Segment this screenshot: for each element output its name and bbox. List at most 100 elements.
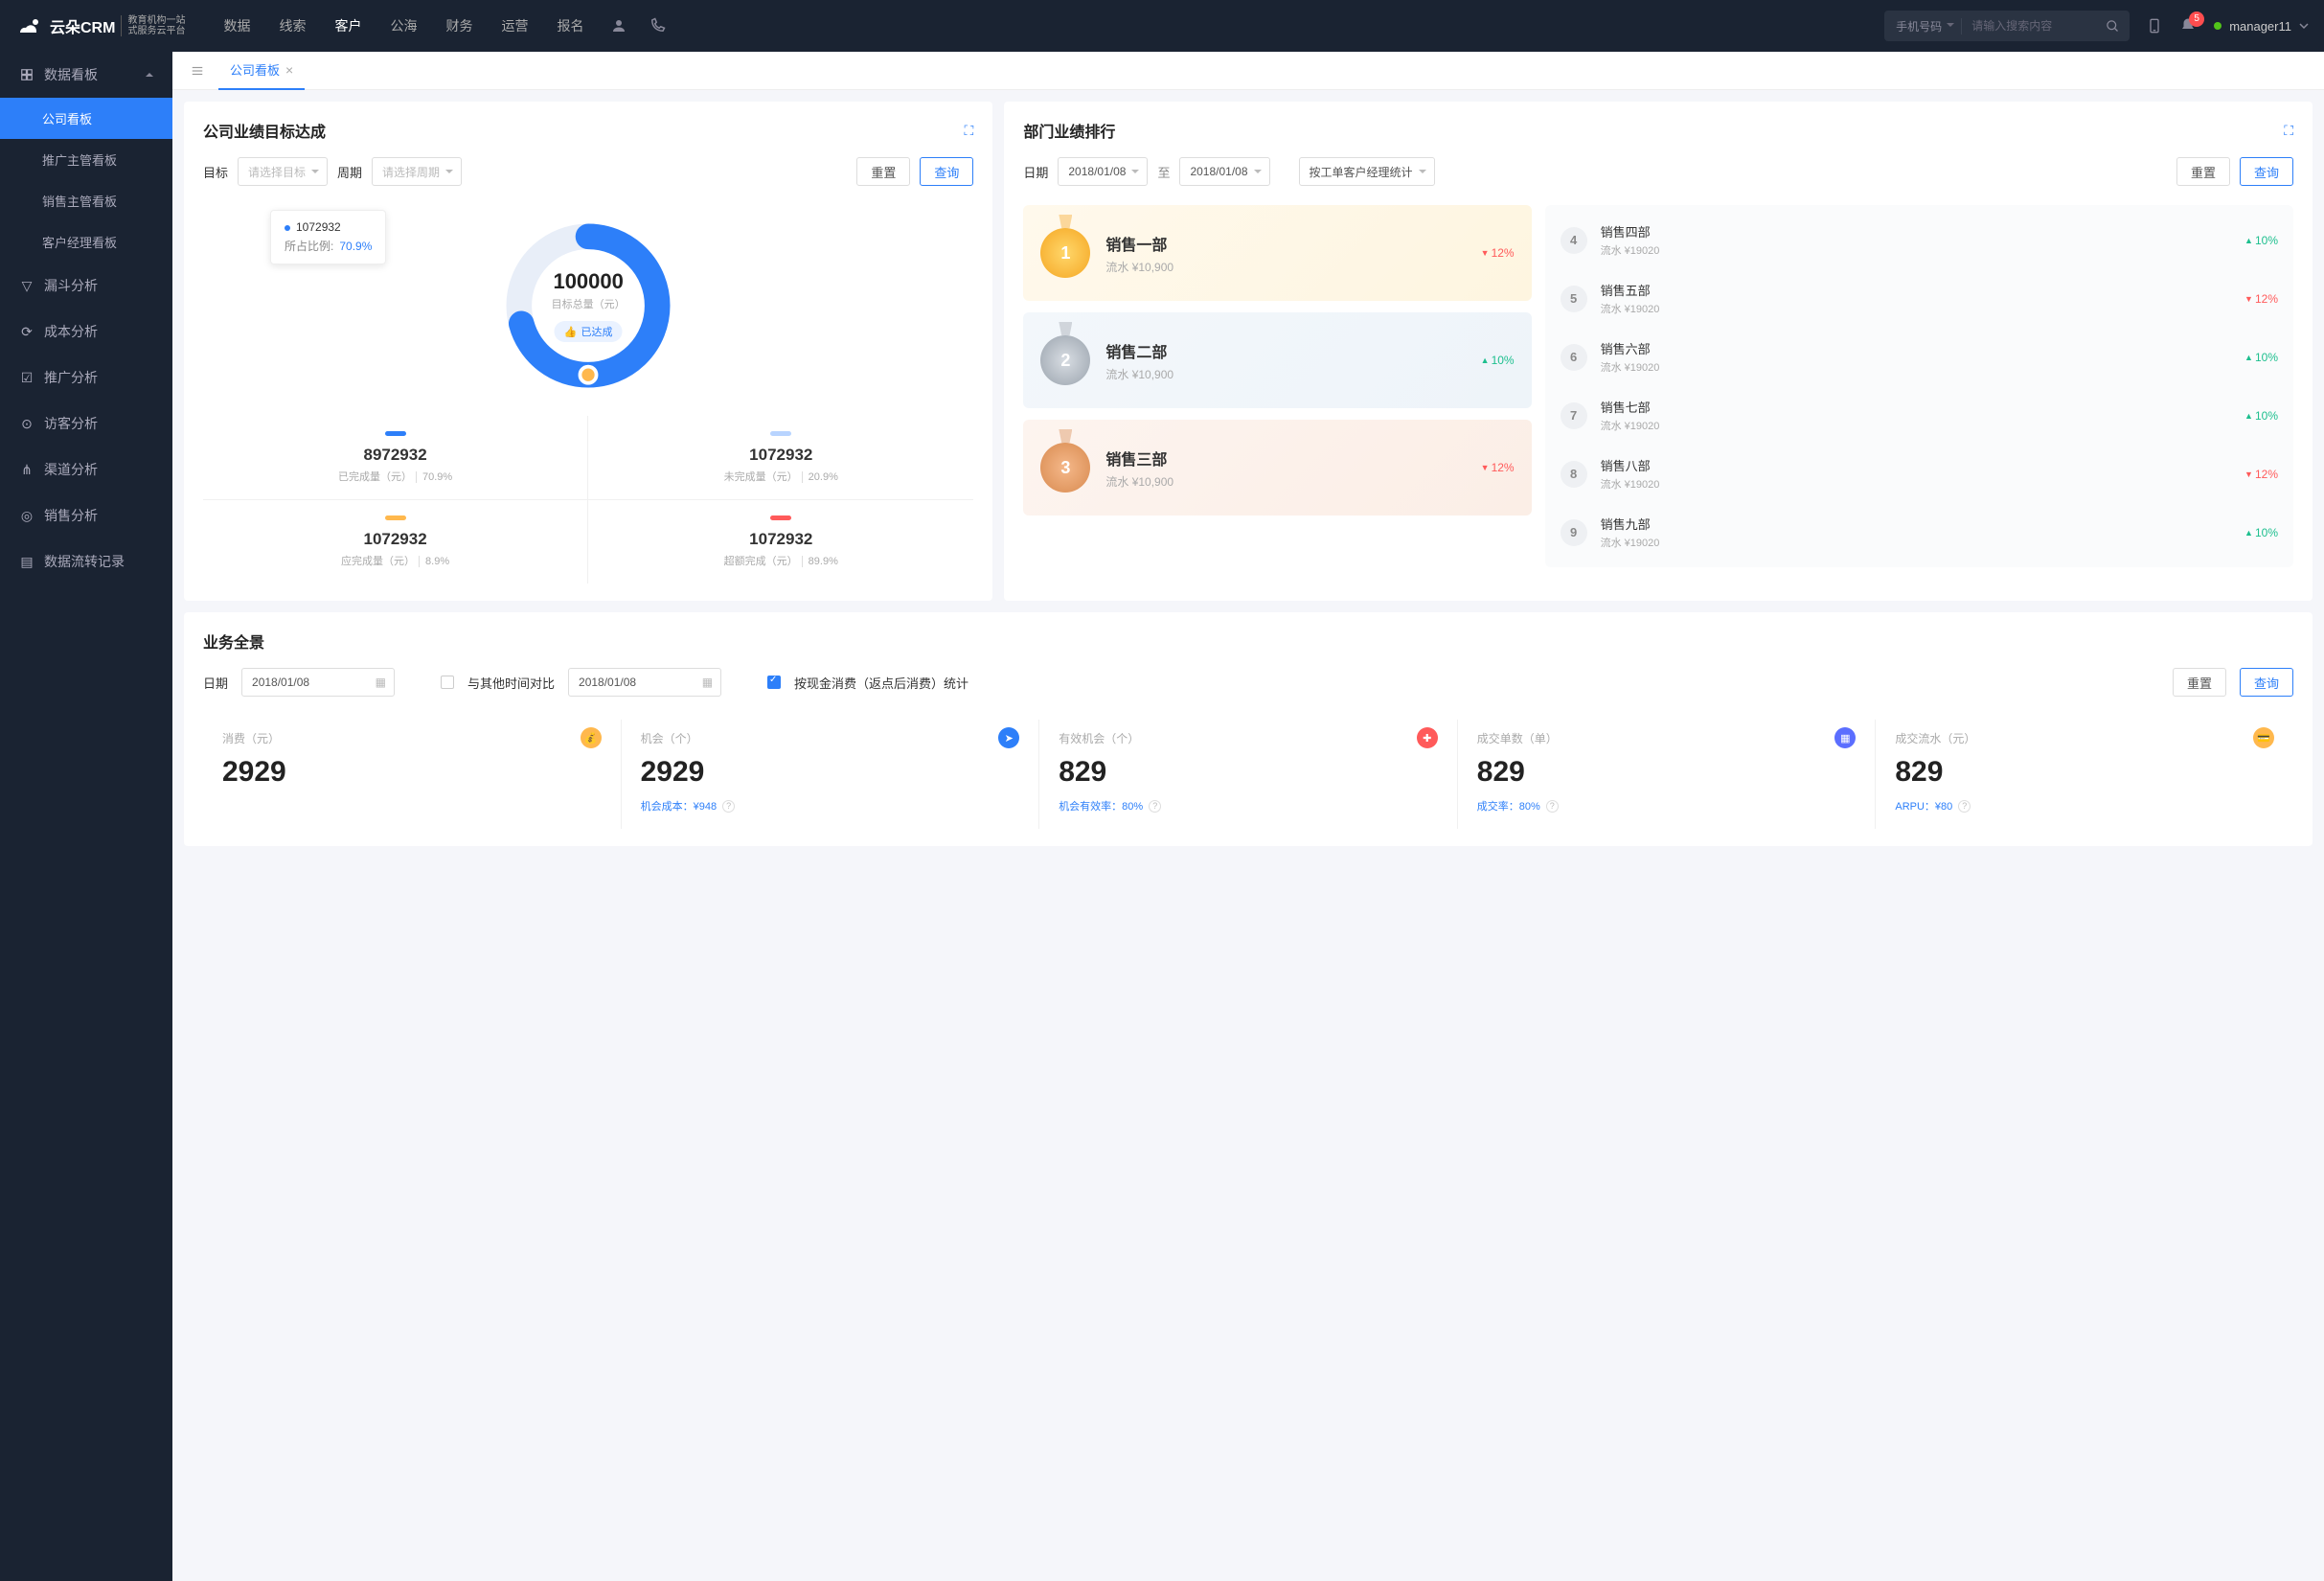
nav-item[interactable]: 线索 (279, 16, 306, 35)
date-label: 日期 (1023, 163, 1048, 181)
rank-number: 9 (1561, 519, 1587, 546)
target-title: 公司业绩目标达成 (203, 119, 326, 142)
rank-row: 5销售五部流水 ¥19020▼ 12% (1545, 269, 2293, 328)
dashboard-icon (19, 67, 34, 82)
rank-card: 1销售一部流水 ¥10,900▼ 12% (1023, 205, 1531, 301)
query-button[interactable]: 查询 (2240, 157, 2293, 186)
search-input[interactable] (1962, 19, 2096, 33)
cloud-logo-icon (15, 13, 44, 38)
expand-icon[interactable]: ⛶ (2284, 123, 2293, 139)
period-select[interactable]: 请选择周期 (372, 157, 462, 186)
help-icon[interactable]: ? (1149, 800, 1161, 813)
sidebar: 数据看板 公司看板推广主管看板销售主管看板客户经理看板 ▽漏斗分析⟳成本分析☑推… (0, 52, 172, 1581)
query-button[interactable]: 查询 (2240, 668, 2293, 697)
nav-item[interactable]: 运营 (501, 16, 528, 35)
collapse-sidebar-button[interactable] (182, 64, 213, 78)
kpi-icon: ✚ (1417, 727, 1438, 748)
target-select[interactable]: 请选择目标 (238, 157, 328, 186)
nav-item[interactable]: 公海 (390, 16, 417, 35)
metric-item: 1072932超额完成（元）89.9% (588, 500, 973, 584)
sidebar-item[interactable]: ⊙访客分析 (0, 401, 172, 447)
trend-indicator: ▲ 10% (2244, 526, 2278, 539)
sidebar-item[interactable]: ☑推广分析 (0, 355, 172, 401)
sidebar-item[interactable]: ◎销售分析 (0, 493, 172, 538)
menu-icon: ☑ (19, 370, 34, 385)
close-icon[interactable]: × (285, 62, 293, 78)
search-button[interactable] (2096, 19, 2130, 34)
trend-indicator: ▼ 12% (1481, 246, 1515, 260)
menu-icon: ⊙ (19, 416, 34, 431)
kpi-icon: ➤ (998, 727, 1019, 748)
thumbs-up-icon: 👍 (564, 326, 578, 338)
rank-number: 8 (1561, 461, 1587, 488)
nav-item[interactable]: 报名 (557, 16, 583, 35)
username: manager11 (2229, 19, 2291, 34)
main-nav: 数据 线索 客户 公海 财务 运营 报名 (223, 16, 583, 35)
chevron-down-icon (2299, 21, 2309, 31)
phone-icon[interactable] (649, 17, 666, 34)
tab-company-dashboard[interactable]: 公司看板 × (218, 52, 305, 90)
reset-button[interactable]: 重置 (856, 157, 910, 186)
mobile-icon[interactable] (2147, 16, 2162, 35)
reset-button[interactable]: 重置 (2176, 157, 2230, 186)
query-button[interactable]: 查询 (920, 157, 973, 186)
rank-card: 3销售三部流水 ¥10,900▼ 12% (1023, 420, 1531, 516)
date-to-input[interactable]: 2018/01/08 (1179, 157, 1269, 186)
top-nav: 云朵CRM 教育机构一站 式服务云平台 数据线索客户公海财务运营报名 手机号码 … (0, 0, 2324, 52)
sidebar-item[interactable]: 客户经理看板 (0, 221, 172, 263)
ranking-card: 部门业绩排行 ⛶ 日期 2018/01/08 至 2018/01/08 按工单客… (1004, 102, 2313, 601)
rank-card: 2销售二部流水 ¥10,900▲ 10% (1023, 312, 1531, 408)
overview-title: 业务全景 (203, 630, 264, 653)
search-box: 手机号码 (1884, 11, 2130, 41)
sidebar-item[interactable]: ⟳成本分析 (0, 309, 172, 355)
medal-icon: 2 (1040, 335, 1090, 385)
reset-button[interactable]: 重置 (2173, 668, 2226, 697)
user-icon[interactable] (610, 17, 627, 34)
sidebar-item[interactable]: ▽漏斗分析 (0, 263, 172, 309)
nav-item[interactable]: 数据 (223, 16, 250, 35)
compare-checkbox[interactable] (441, 676, 454, 689)
stat-by-select[interactable]: 按工单客户经理统计 (1299, 157, 1435, 186)
date-input-2[interactable]: 2018/01/08 (568, 668, 721, 697)
help-icon[interactable]: ? (1958, 800, 1971, 813)
sidebar-group-dashboards[interactable]: 数据看板 (0, 52, 172, 98)
help-icon[interactable]: ? (722, 800, 735, 813)
target-label: 目标 (203, 163, 228, 181)
donut-label: 目标总量（元） (552, 296, 626, 311)
kpi-item: 成交流水（元）💳829ARPU：¥80 ? (1876, 720, 2293, 829)
sidebar-item[interactable]: 推广主管看板 (0, 139, 172, 180)
trend-indicator: ▲ 10% (2244, 351, 2278, 364)
sidebar-item[interactable]: 销售主管看板 (0, 180, 172, 221)
date-input-1[interactable]: 2018/01/08 (241, 668, 395, 697)
logo: 云朵CRM 教育机构一站 式服务云平台 (15, 13, 185, 38)
kpi-item: 消费（元）💰2929 (203, 720, 622, 829)
cash-checkbox[interactable] (767, 676, 781, 689)
menu-icon: ▽ (19, 278, 34, 293)
user-menu[interactable]: manager11 (2214, 19, 2309, 34)
sidebar-item[interactable]: ⋔渠道分析 (0, 447, 172, 493)
metric-item: 1072932未完成量（元）20.9% (588, 416, 973, 500)
nav-item[interactable]: 客户 (334, 16, 361, 35)
trend-indicator: ▲ 10% (2244, 409, 2278, 423)
expand-icon[interactable]: ⛶ (965, 123, 974, 139)
search-type-select[interactable]: 手机号码 (1884, 18, 1962, 34)
metric-item: 1072932应完成量（元）8.9% (203, 500, 588, 584)
kpi-sub: 成交率：80% ? (1477, 798, 1857, 813)
rank-row: 6销售六部流水 ¥19020▲ 10% (1545, 328, 2293, 386)
sidebar-item[interactable]: 公司看板 (0, 98, 172, 139)
rank-number: 4 (1561, 227, 1587, 254)
help-icon[interactable]: ? (1546, 800, 1559, 813)
notification-icon[interactable]: 5 (2179, 17, 2197, 34)
medal-icon: 1 (1040, 228, 1090, 278)
nav-item[interactable]: 财务 (445, 16, 472, 35)
kpi-sub: ARPU：¥80 ? (1895, 798, 2274, 813)
kpi-item: 机会（个）➤2929机会成本：¥948 ? (622, 720, 1040, 829)
kpi-item: 有效机会（个）✚829机会有效率：80% ? (1039, 720, 1458, 829)
medal-icon: 3 (1040, 443, 1090, 493)
sidebar-item[interactable]: ▤数据流转记录 (0, 538, 172, 584)
cash-label: 按现金消费（返点后消费）统计 (794, 674, 968, 692)
trend-indicator: ▼ 12% (1481, 461, 1515, 474)
menu-icon: ⋔ (19, 462, 34, 477)
date-from-input[interactable]: 2018/01/08 (1058, 157, 1148, 186)
notification-badge: 5 (2189, 11, 2204, 27)
